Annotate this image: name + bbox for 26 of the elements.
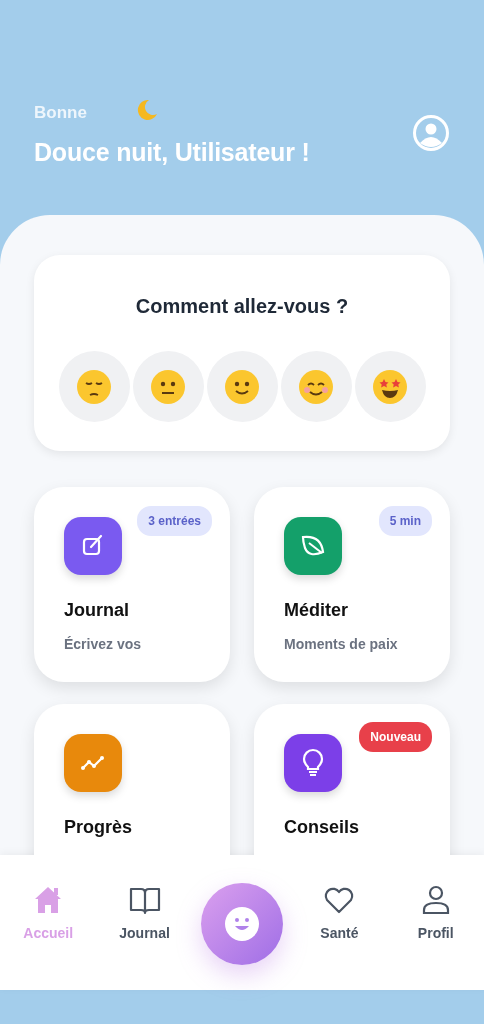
mood-question: Comment allez-vous ? (134, 294, 350, 319)
profile-icon[interactable] (412, 114, 450, 152)
count-badge: 5 min (378, 506, 432, 536)
card-subtitle: Écrivez vos (64, 635, 143, 654)
count-badge: 3 entrées (137, 506, 212, 536)
card-title: Méditer (284, 599, 349, 622)
card-title: Journal (64, 599, 130, 622)
nav-tab[interactable]: Santé (299, 883, 380, 944)
feature-card[interactable]: Nouveau Conseils (254, 704, 450, 855)
nav-tab[interactable]: Profil (395, 883, 476, 944)
card-subtitle: Moments de paix (284, 635, 399, 654)
new-badge: Nouveau (359, 722, 432, 752)
greeting: Bonne (34, 102, 87, 124)
feature-card[interactable]: 3 entrées Journal Écrivez vos (34, 487, 230, 682)
feature-card[interactable]: Progrès (34, 704, 230, 855)
star-eyes-face-icon (372, 368, 408, 405)
card-title: Conseils (284, 816, 361, 839)
smiling-face-icon (224, 368, 260, 405)
card-title: Progrès (64, 816, 134, 839)
blushing-face-icon (298, 368, 334, 405)
smiley-icon (223, 906, 260, 942)
greeting-title: Douce nuit, Utilisateur ! (34, 136, 310, 168)
neutral-face-icon (150, 368, 186, 405)
pensive-face-icon (76, 368, 112, 405)
nav-tab[interactable]: Journal (104, 883, 185, 944)
feature-card[interactable]: 5 min Méditer Moments de paix (254, 487, 450, 682)
